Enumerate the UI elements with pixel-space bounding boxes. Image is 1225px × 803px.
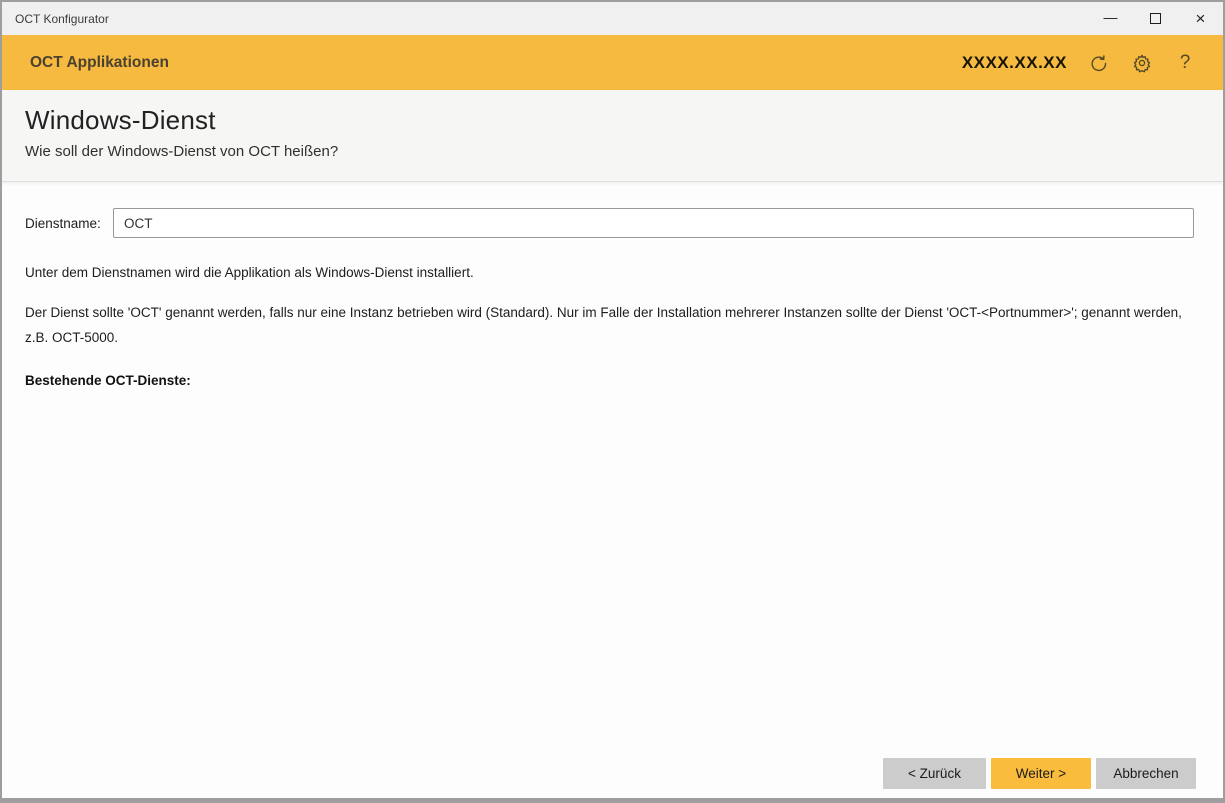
minimize-icon: — bbox=[1104, 10, 1118, 24]
close-icon: × bbox=[1196, 10, 1206, 27]
titlebar: OCT Konfigurator — × bbox=[2, 2, 1223, 35]
help-icon[interactable]: ? bbox=[1174, 52, 1196, 74]
info-text-install: Unter dem Dienstnamen wird die Applikati… bbox=[25, 263, 1194, 283]
refresh-icon[interactable] bbox=[1088, 52, 1110, 74]
maximize-button[interactable] bbox=[1133, 2, 1178, 35]
window-title: OCT Konfigurator bbox=[15, 12, 109, 26]
page-subtitle: Wie soll der Windows-Dienst von OCT heiß… bbox=[25, 143, 1194, 160]
page-header: Windows-Dienst Wie soll der Windows-Dien… bbox=[2, 90, 1223, 182]
version-label: XXXX.XX.XX bbox=[962, 53, 1067, 73]
main-content: Dienstname: Unter dem Dienstnamen wird d… bbox=[2, 182, 1223, 798]
app-title: OCT Applikationen bbox=[30, 54, 169, 72]
page-title: Windows-Dienst bbox=[25, 105, 1194, 136]
close-button[interactable]: × bbox=[1178, 2, 1223, 35]
wizard-navigation: < Zurück Weiter > Abbrechen bbox=[883, 758, 1196, 789]
app-header-bar: OCT Applikationen XXXX.XX.XX ? bbox=[2, 35, 1223, 90]
gear-icon[interactable] bbox=[1131, 52, 1153, 74]
maximize-icon bbox=[1150, 13, 1161, 24]
minimize-button[interactable]: — bbox=[1088, 2, 1133, 35]
info-text-naming: Der Dienst sollte 'OCT' genannt werden, … bbox=[25, 301, 1194, 351]
service-name-label: Dienstname: bbox=[25, 216, 113, 231]
window-controls: — × bbox=[1088, 2, 1223, 35]
app-header-actions: XXXX.XX.XX ? bbox=[962, 52, 1196, 74]
existing-services-label: Bestehende OCT-Dienste: bbox=[25, 373, 1194, 388]
service-name-input[interactable] bbox=[113, 208, 1194, 238]
back-button[interactable]: < Zurück bbox=[883, 758, 986, 789]
next-button[interactable]: Weiter > bbox=[991, 758, 1091, 789]
service-name-row: Dienstname: bbox=[25, 208, 1194, 238]
app-window: OCT Konfigurator — × OCT Applikationen X… bbox=[0, 0, 1225, 803]
cancel-button[interactable]: Abbrechen bbox=[1096, 758, 1196, 789]
